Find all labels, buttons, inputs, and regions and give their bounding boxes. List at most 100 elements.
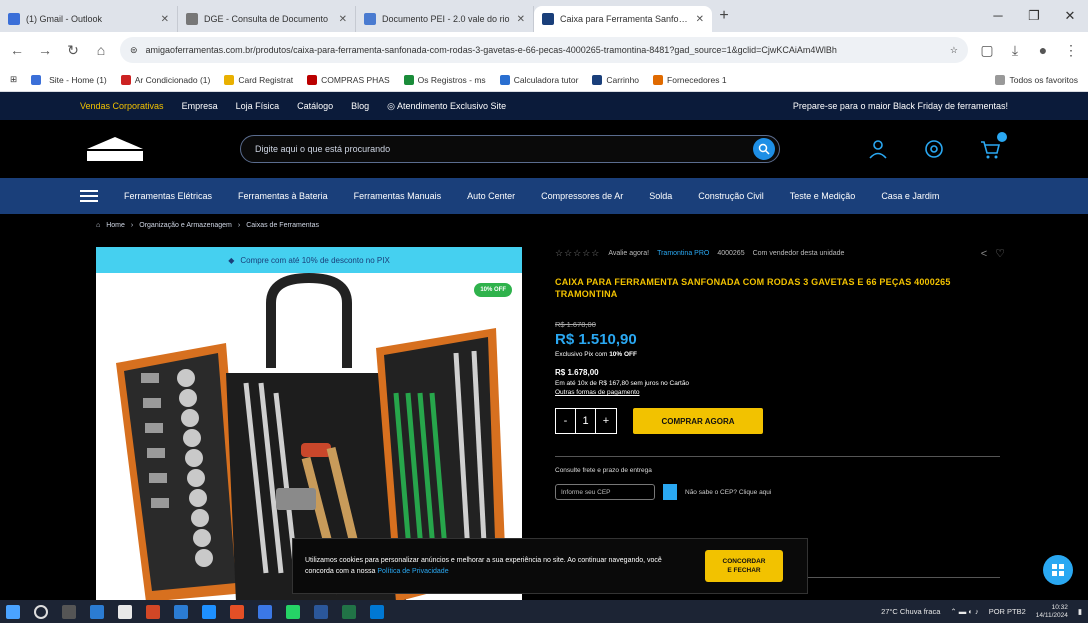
- category-link[interactable]: Teste e Medição: [790, 191, 856, 201]
- cep-submit-button[interactable]: [663, 484, 677, 500]
- share-icon[interactable]: <: [981, 248, 987, 260]
- cookie-accept-button[interactable]: CONCORDAR E FECHAR: [705, 550, 783, 582]
- site-info-icon[interactable]: ⊜: [130, 45, 138, 56]
- payment-options-link[interactable]: Outras formas de pagamento: [555, 389, 1005, 396]
- close-tab-icon[interactable]: ✕: [696, 14, 704, 25]
- topstrip-link[interactable]: Blog: [351, 101, 369, 111]
- favicon-icon: [542, 13, 554, 25]
- notification-icon[interactable]: ▮: [1078, 607, 1082, 616]
- browser-tab-3[interactable]: Documento PEI - 2.0 vale do rio ✕: [356, 6, 534, 32]
- app-icon[interactable]: [202, 604, 216, 619]
- reload-icon[interactable]: ↻: [64, 42, 82, 59]
- start-menu-icon[interactable]: [6, 604, 20, 619]
- brand-link[interactable]: Tramontina PRO: [657, 250, 709, 257]
- weather-widget[interactable]: 27°C Chuva fraca: [881, 607, 940, 616]
- category-link[interactable]: Ferramentas à Bateria: [238, 191, 328, 201]
- bookmark-item[interactable]: Site - Home (1): [31, 74, 107, 85]
- close-tab-icon[interactable]: ✕: [161, 14, 169, 25]
- grid-icon: [1052, 564, 1064, 576]
- forward-icon[interactable]: →: [36, 42, 54, 58]
- app-icon[interactable]: [118, 604, 132, 619]
- close-tab-icon[interactable]: ✕: [517, 14, 525, 25]
- chat-widget-button[interactable]: [1043, 555, 1073, 585]
- extensions-icon[interactable]: ▢: [978, 42, 996, 59]
- topstrip-link[interactable]: Loja Física: [236, 101, 280, 111]
- new-tab-button[interactable]: +: [712, 7, 736, 25]
- privacy-policy-link[interactable]: Política de Privacidade: [377, 568, 448, 575]
- user-account-icon[interactable]: [865, 136, 891, 162]
- category-link[interactable]: Compressores de Ar: [541, 191, 623, 201]
- breadcrumb-item[interactable]: Caixas de Ferramentas: [246, 222, 319, 229]
- bookmark-star-icon[interactable]: ☆: [950, 45, 958, 56]
- cep-input[interactable]: Informe seu CEP: [555, 484, 655, 500]
- whatsapp-icon[interactable]: [286, 604, 300, 619]
- stock-info: Com vendedor desta unidade: [752, 250, 845, 257]
- rating-text[interactable]: Avalie agora!: [608, 250, 649, 257]
- home-icon[interactable]: ⌂: [92, 42, 110, 58]
- app-icon[interactable]: [146, 604, 160, 619]
- language-indicator[interactable]: POR PTB2: [989, 607, 1026, 616]
- bookmark-item[interactable]: Calculadora tutor: [499, 74, 578, 85]
- maximize-icon[interactable]: ❐: [1016, 8, 1052, 24]
- category-link[interactable]: Ferramentas Manuais: [354, 191, 442, 201]
- tray-icons[interactable]: ⌃ ▬ ◐ ♪: [950, 607, 978, 616]
- close-tab-icon[interactable]: ✕: [339, 14, 347, 25]
- task-view-icon[interactable]: [62, 604, 76, 619]
- search-input[interactable]: [255, 144, 753, 154]
- breadcrumb-item[interactable]: Home: [106, 222, 125, 229]
- app-icon[interactable]: [258, 604, 272, 619]
- url-field[interactable]: ⊜ amigaoferramentas.com.br/produtos/caix…: [120, 37, 968, 63]
- bookmark-item[interactable]: Fornecedores 1: [653, 74, 727, 85]
- qty-plus-button[interactable]: +: [596, 409, 616, 433]
- hamburger-menu-icon[interactable]: [80, 190, 98, 202]
- category-link[interactable]: Construção Civil: [698, 191, 764, 201]
- download-icon[interactable]: ⤓: [1006, 42, 1024, 59]
- topstrip-link[interactable]: Vendas Corporativas: [80, 101, 164, 111]
- profile-icon[interactable]: ●: [1034, 42, 1052, 58]
- excel-icon[interactable]: [342, 604, 356, 619]
- menu-icon[interactable]: ⋮: [1062, 42, 1080, 59]
- topstrip-link[interactable]: Empresa: [182, 101, 218, 111]
- cep-help-link[interactable]: Não sabe o CEP? Clique aqui: [685, 489, 771, 496]
- app-icon[interactable]: [90, 604, 104, 619]
- qty-value[interactable]: 1: [576, 409, 596, 433]
- bookmark-item[interactable]: COMPRAS PHAS: [307, 74, 390, 85]
- buy-now-button[interactable]: COMPRAR AGORA: [633, 408, 763, 434]
- promo-text[interactable]: Prepare-se para o maior Black Friday de …: [793, 101, 1008, 111]
- topstrip-link[interactable]: Catálogo: [297, 101, 333, 111]
- category-link[interactable]: Solda: [649, 191, 672, 201]
- support-headset-icon[interactable]: [921, 136, 947, 162]
- category-link[interactable]: Casa e Jardim: [881, 191, 939, 201]
- bookmark-item[interactable]: Os Registros - ms: [403, 74, 486, 85]
- word-icon[interactable]: [314, 604, 328, 619]
- close-window-icon[interactable]: ✕: [1052, 8, 1088, 24]
- home-icon[interactable]: ⌂: [96, 222, 100, 229]
- minimize-icon[interactable]: ─: [980, 8, 1016, 24]
- qty-minus-button[interactable]: -: [556, 409, 576, 433]
- app-icon[interactable]: [174, 604, 188, 619]
- apps-icon[interactable]: ⊞: [10, 74, 17, 85]
- topstrip-link[interactable]: ◎ Atendimento Exclusivo Site: [387, 101, 506, 112]
- search-icon[interactable]: [34, 604, 48, 619]
- breadcrumb-item[interactable]: Organização e Armazenagem: [139, 222, 232, 229]
- rating-stars-icon[interactable]: ☆☆☆☆☆: [555, 248, 600, 259]
- cart-icon[interactable]: [977, 132, 1007, 162]
- clock[interactable]: 10:32 14/11/2024: [1036, 604, 1068, 620]
- browser-tab-2[interactable]: DGE - Consulta de Documento ✕: [178, 6, 356, 32]
- outlook-icon[interactable]: [370, 604, 384, 619]
- browser-tab-1[interactable]: (1) Gmail - Outlook ✕: [0, 6, 178, 32]
- app-icon[interactable]: [230, 604, 244, 619]
- category-link[interactable]: Auto Center: [467, 191, 515, 201]
- browser-tab-active[interactable]: Caixa para Ferramenta Sanfonada ✕: [534, 6, 712, 32]
- back-icon[interactable]: ←: [8, 42, 26, 58]
- search-button[interactable]: [753, 138, 775, 160]
- site-logo[interactable]: [80, 130, 150, 168]
- bookmark-item[interactable]: Ar Condicionado (1): [120, 74, 210, 85]
- bookmark-item[interactable]: Carrinho: [592, 74, 639, 85]
- all-bookmarks[interactable]: Todos os favoritos: [995, 74, 1078, 85]
- category-link[interactable]: Ferramentas Elétricas: [124, 191, 212, 201]
- favorite-icon[interactable]: ♡: [995, 247, 1005, 260]
- bookmark-label: COMPRAS PHAS: [321, 74, 390, 85]
- bookmark-item[interactable]: Card Registrat: [224, 74, 293, 85]
- category-nav: Ferramentas Elétricas Ferramentas à Bate…: [0, 178, 1088, 214]
